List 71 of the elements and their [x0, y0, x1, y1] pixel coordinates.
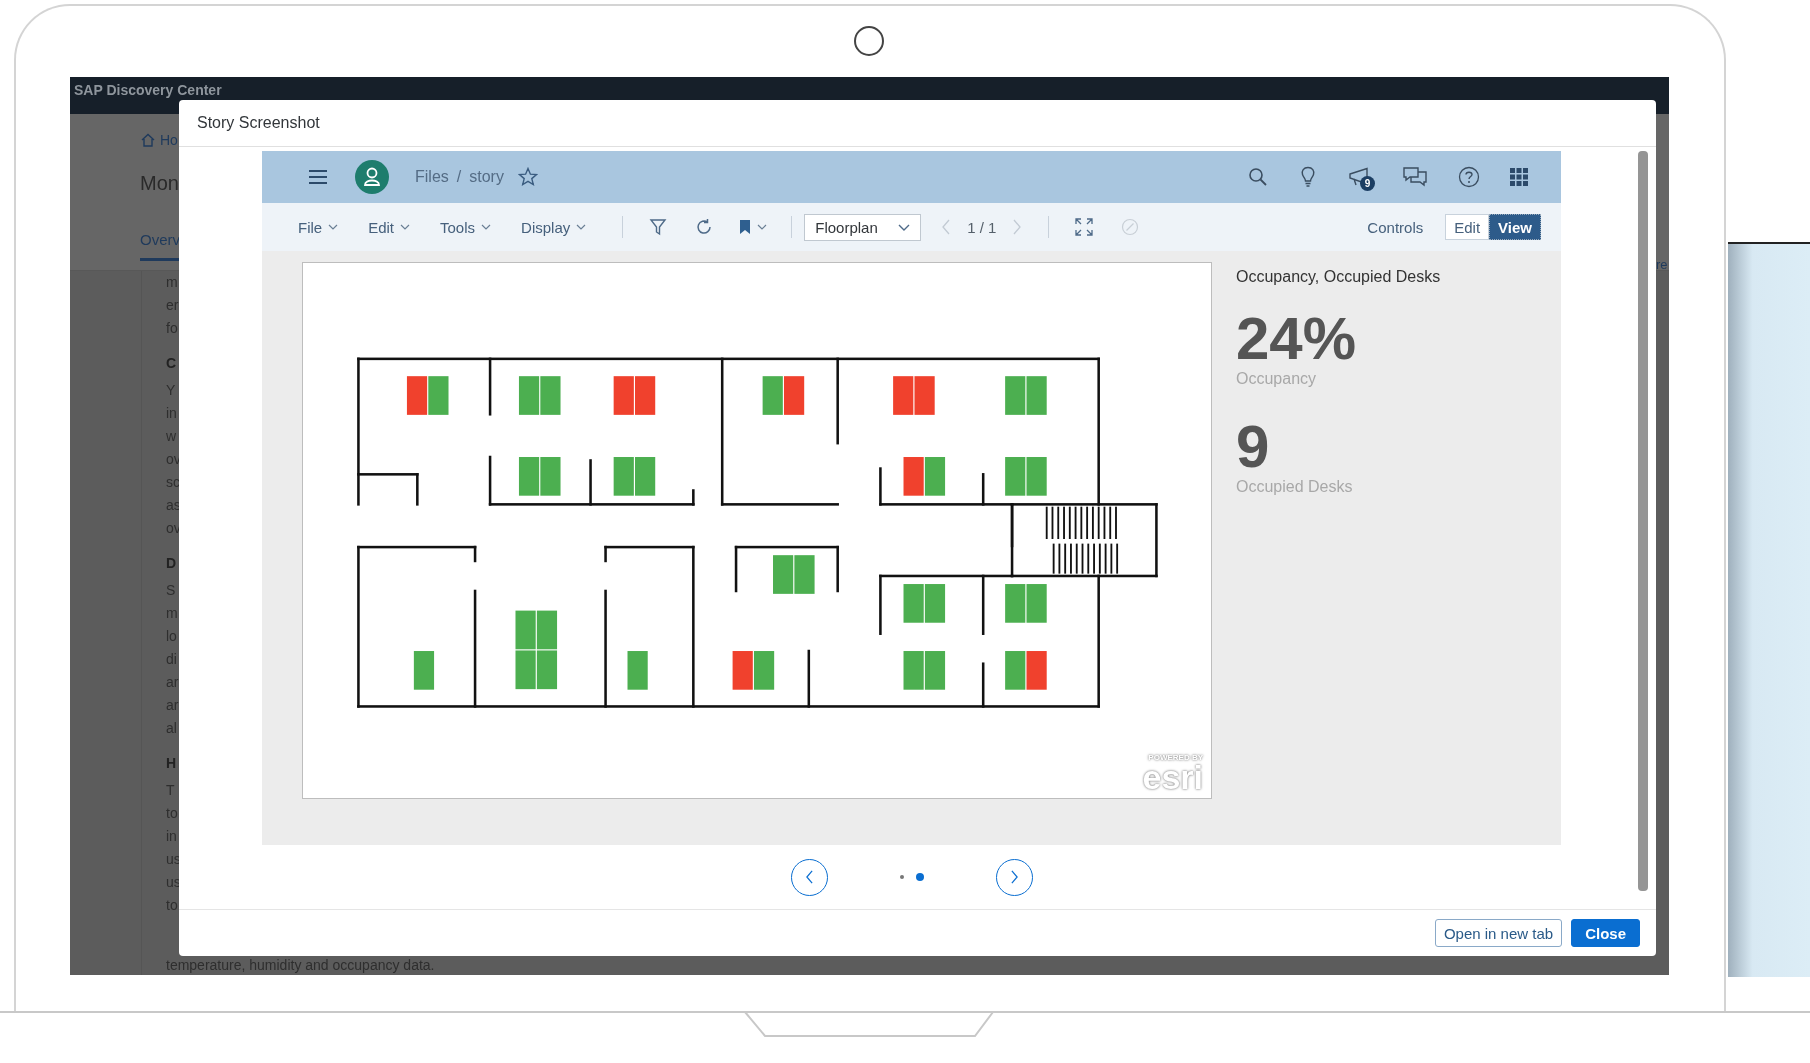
fullscreen-icon[interactable] — [1075, 218, 1094, 236]
desk — [1005, 584, 1047, 623]
page-dropdown[interactable]: Floorplan — [804, 213, 922, 241]
esri-attribution-logo: POWERED BY esri — [1142, 753, 1203, 792]
caret-icon — [481, 224, 492, 230]
desk — [613, 457, 656, 496]
menu-button[interactable]: Edit — [362, 214, 417, 240]
caret-icon — [400, 224, 411, 230]
breadcrumb-link[interactable]: story — [469, 168, 504, 186]
kpi-label: Occupied Desks — [1236, 478, 1354, 496]
desk — [1005, 651, 1047, 690]
desk — [732, 651, 775, 690]
user-avatar-icon[interactable] — [355, 160, 389, 194]
slide-dot[interactable] — [899, 875, 904, 879]
kpi-value: 24% — [1236, 308, 1358, 370]
section-heading: H — [166, 754, 177, 773]
laptop-camera — [854, 26, 884, 56]
caret-icon — [757, 224, 768, 230]
desk — [627, 651, 648, 690]
chat-icon[interactable] — [1402, 166, 1428, 188]
notification-badge: 9 — [1360, 176, 1375, 191]
controls-link[interactable]: Controls — [1367, 218, 1424, 236]
section-heading: D — [166, 554, 177, 573]
next-slide-button[interactable] — [995, 858, 1033, 896]
scrollbar-thumb[interactable] — [1638, 151, 1648, 891]
desk — [406, 376, 449, 415]
desk — [518, 376, 561, 415]
desk — [413, 651, 435, 690]
bookmark-icon — [739, 219, 752, 235]
breadcrumb-link[interactable]: Files — [415, 168, 449, 186]
chevron-right-icon — [1009, 870, 1019, 884]
caret-icon — [328, 224, 339, 230]
dialog-title: Story Screenshot — [179, 100, 1656, 147]
filter-icon[interactable] — [649, 218, 668, 236]
desk — [613, 376, 656, 415]
desk — [1005, 457, 1047, 496]
menu-button[interactable]: Tools — [434, 214, 498, 240]
caret-icon — [898, 223, 911, 231]
close-button[interactable]: Close — [1571, 919, 1640, 947]
search-icon[interactable] — [1248, 167, 1268, 187]
kpi-title: Occupancy, Occupied Desks — [1236, 268, 1441, 286]
menu-button[interactable]: File — [292, 214, 345, 240]
page-title: Mon — [140, 172, 179, 195]
kpi-label: Occupancy — [1236, 370, 1318, 388]
desk — [1005, 376, 1047, 415]
slide-dot[interactable] — [915, 873, 924, 881]
app-brand: SAP Discovery Center — [74, 82, 222, 98]
section-heading: C — [166, 354, 177, 373]
breadcrumb-separator: / — [456, 168, 462, 186]
previous-slide-button[interactable] — [790, 858, 828, 896]
help-icon[interactable] — [1458, 166, 1480, 188]
app-grid-icon[interactable] — [1510, 168, 1528, 186]
desk — [518, 457, 561, 496]
mode-toggle[interactable]: Edit — [1445, 214, 1490, 240]
chevron-left-icon — [804, 870, 814, 884]
desk — [893, 376, 935, 415]
desk — [903, 457, 946, 496]
star-icon[interactable] — [517, 167, 538, 187]
mode-toggle[interactable]: View — [1489, 214, 1541, 240]
desk — [903, 584, 946, 623]
menu-button[interactable]: Display — [515, 214, 593, 240]
desk — [762, 376, 805, 415]
home-icon — [140, 132, 156, 148]
desk — [773, 555, 815, 594]
kpi-value: 9 — [1236, 416, 1271, 478]
page-indicator: 1 / 1 — [967, 218, 997, 236]
open-new-tab-button[interactable]: Open in new tab — [1434, 919, 1563, 947]
desk — [903, 651, 946, 690]
caret-icon — [576, 224, 587, 230]
menu-icon[interactable] — [308, 169, 328, 185]
refresh-icon[interactable] — [695, 218, 714, 236]
